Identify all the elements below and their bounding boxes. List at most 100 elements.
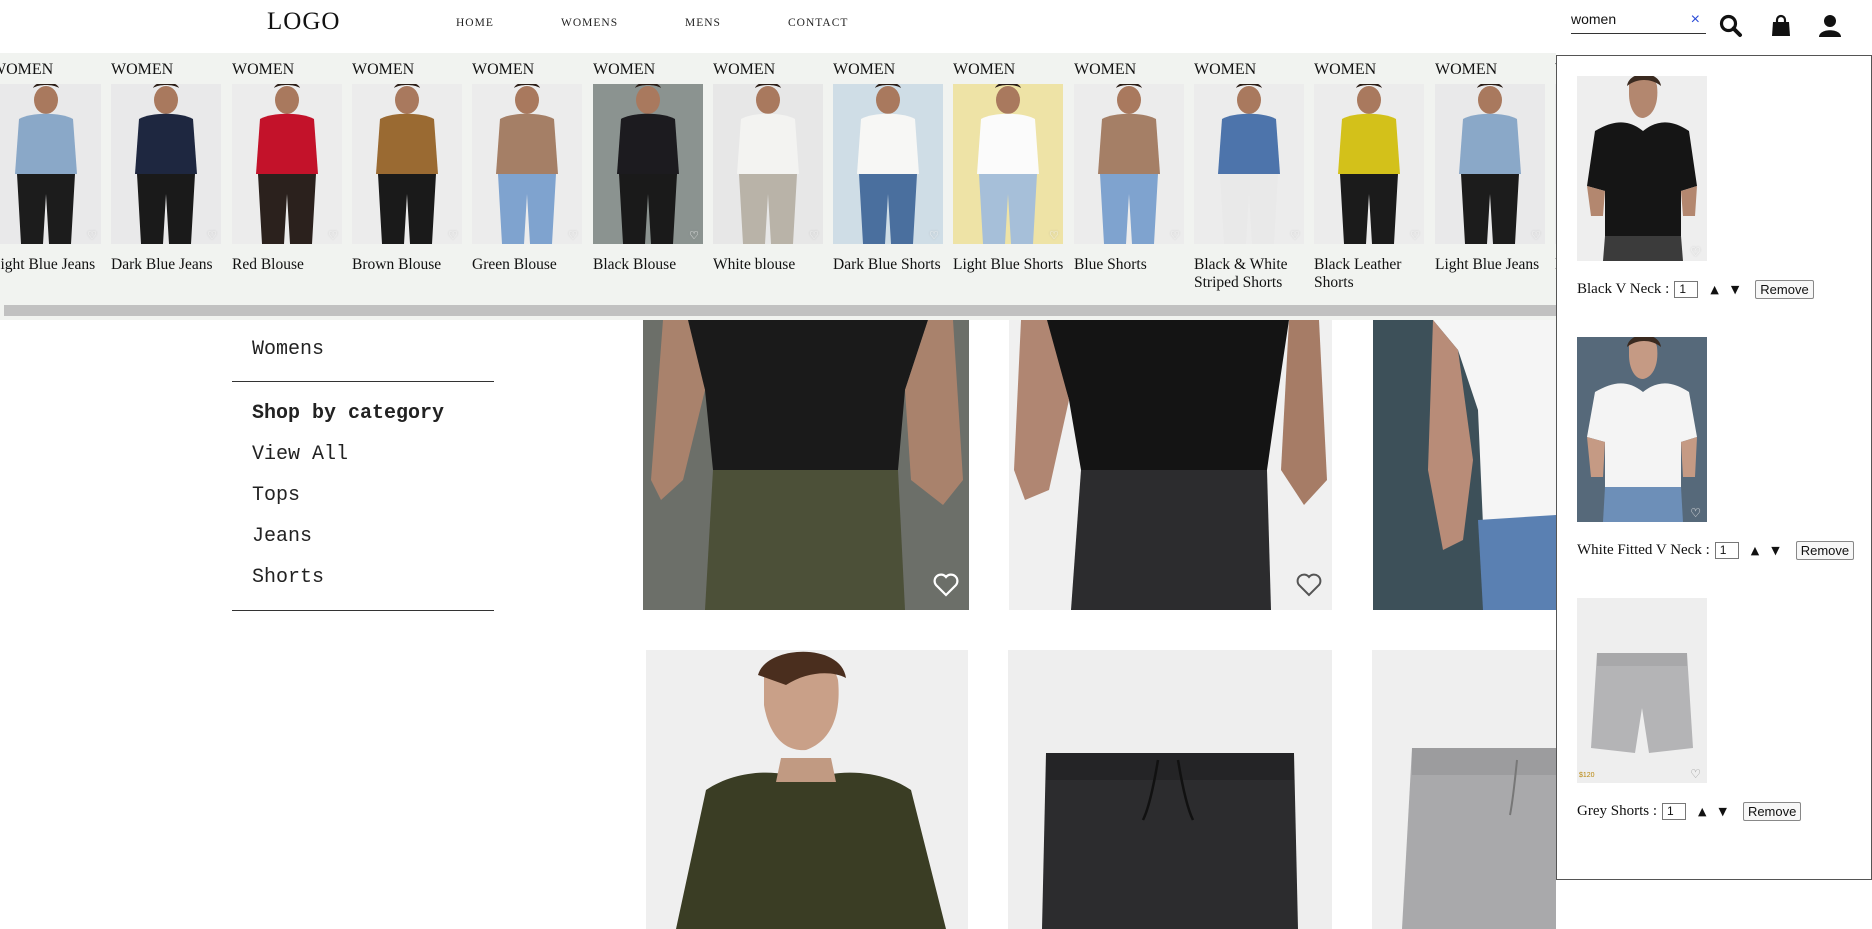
clear-search-icon[interactable]: × (1691, 11, 1700, 29)
horizontal-scrollbar[interactable] (4, 305, 1556, 316)
result-name[interactable]: Light Blue Jeans (1435, 256, 1551, 274)
search-icon[interactable] (1718, 13, 1744, 39)
heart-icon[interactable]: ♡ (448, 229, 458, 242)
product-card[interactable] (646, 650, 968, 929)
result-name[interactable]: Light Blue Shorts (953, 256, 1069, 274)
heart-icon[interactable]: ♡ (87, 229, 97, 242)
result-name[interactable]: Brown Blouse (352, 256, 468, 274)
result-name[interactable]: Light Blue Jeans (0, 256, 107, 274)
heart-icon[interactable]: ♡ (1290, 229, 1300, 242)
search-result-card[interactable]: WOMEN ♡ Black Leather Shorts (1314, 53, 1430, 292)
result-image[interactable]: ♡ (593, 84, 703, 244)
user-icon[interactable] (1817, 13, 1843, 39)
product-card[interactable] (1372, 650, 1556, 929)
result-category: WOMEN (1074, 61, 1137, 78)
heart-icon[interactable]: ♡ (1690, 245, 1701, 259)
result-name[interactable]: Dark Blue Shorts (833, 256, 949, 274)
nav-contact[interactable]: CONTACT (788, 17, 848, 29)
product-card[interactable] (1008, 650, 1332, 929)
search-result-card[interactable]: WOMEN ♡ Dark Blue Shorts (833, 53, 949, 274)
heart-icon[interactable]: ♡ (1690, 767, 1701, 781)
quantity-input[interactable]: 1 (1714, 542, 1739, 559)
heart-icon[interactable]: ♡ (1531, 229, 1541, 242)
remove-button[interactable]: Remove (1755, 280, 1814, 299)
search-results-strip[interactable]: WOMEN ♡ Light Blue Jeans WOMEN ♡ Dark Blue Je… (0, 53, 1556, 320)
heart-icon[interactable]: ♡ (929, 229, 939, 242)
result-name[interactable]: White blouse (713, 256, 829, 274)
product-image (1577, 598, 1707, 783)
heart-icon[interactable] (933, 572, 959, 598)
result-name[interactable]: Green Blouse (472, 256, 588, 274)
result-name[interactable]: Red Blouse (232, 256, 348, 274)
quantity-input[interactable]: 1 (1662, 803, 1686, 820)
result-name[interactable]: Blue Shorts (1074, 256, 1190, 274)
result-image[interactable]: ♡ (1435, 84, 1545, 244)
result-image[interactable]: ♡ (232, 84, 342, 244)
heart-icon[interactable]: ♡ (328, 229, 338, 242)
quantity-input[interactable]: 1 (1674, 281, 1699, 298)
product-card[interactable] (1009, 320, 1332, 610)
bag-icon[interactable] (1768, 13, 1794, 39)
search-result-card[interactable]: WOMEN ♡ White blouse (713, 53, 829, 274)
heart-icon[interactable]: ♡ (1690, 506, 1701, 520)
result-name[interactable]: Dark Blue Jeans (111, 256, 227, 274)
search-input[interactable] (1571, 10, 1681, 27)
increase-quantity-icon[interactable]: ▲ (1698, 805, 1706, 818)
remove-button[interactable]: Remove (1795, 541, 1855, 560)
nav-womens[interactable]: WOMENS (561, 17, 618, 29)
sidebar-section-womens[interactable]: Womens (252, 338, 324, 361)
product-card[interactable] (1373, 320, 1556, 610)
result-image[interactable]: ♡ (1194, 84, 1304, 244)
result-name[interactable]: Black & White Striped Shorts (1194, 256, 1310, 292)
search-result-card[interactable]: WOMEN ♡ Brown Blouse (352, 53, 468, 274)
result-name[interactable]: Black Blouse (593, 256, 709, 274)
result-image[interactable]: ♡ (472, 84, 582, 244)
search-result-card[interactable]: WOMEN ♡ Light Blue Shorts (953, 53, 1069, 274)
heart-icon[interactable]: ♡ (207, 229, 217, 242)
sidebar-item-tops[interactable]: Tops (252, 484, 300, 507)
search-result-card[interactable]: WOMEN ♡ Light Blue Jeans (0, 53, 107, 274)
nav-home[interactable]: HOME (456, 17, 494, 29)
result-image[interactable]: ♡ (833, 84, 943, 244)
product-image (713, 84, 823, 244)
search-result-card[interactable]: WOMEN ♡ Green Blouse (472, 53, 588, 274)
cart-item-image[interactable]: ♡ (1577, 337, 1707, 522)
increase-quantity-icon[interactable]: ▲ (1710, 283, 1718, 296)
site-logo[interactable]: LOGO (267, 8, 340, 36)
product-image (1074, 84, 1184, 244)
heart-icon[interactable]: ♡ (689, 229, 699, 242)
decrease-quantity-icon[interactable]: ▼ (1771, 544, 1779, 557)
search-result-card[interactable]: WOMEN ♡ Blue Shorts (1074, 53, 1190, 274)
result-name[interactable]: Black Leather Shorts (1314, 256, 1430, 292)
result-image[interactable]: ♡ (1314, 84, 1424, 244)
result-image[interactable]: ♡ (953, 84, 1063, 244)
heart-icon[interactable]: ♡ (1410, 229, 1420, 242)
decrease-quantity-icon[interactable]: ▼ (1718, 805, 1726, 818)
remove-button[interactable]: Remove (1742, 802, 1802, 821)
increase-quantity-icon[interactable]: ▲ (1751, 544, 1759, 557)
cart-item-image[interactable]: $120 ♡ (1577, 598, 1707, 783)
result-image[interactable]: ♡ (352, 84, 462, 244)
sidebar-item-shorts[interactable]: Shorts (252, 566, 324, 589)
result-image[interactable]: ♡ (0, 84, 101, 244)
search-result-card[interactable]: WOMEN ♡ Black & White Striped Shorts (1194, 53, 1310, 292)
heart-icon[interactable]: ♡ (1170, 229, 1180, 242)
heart-icon[interactable]: ♡ (568, 229, 578, 242)
sidebar-item-jeans[interactable]: Jeans (252, 525, 312, 548)
cart-item-image[interactable]: ♡ (1577, 76, 1707, 261)
result-image[interactable]: ♡ (713, 84, 823, 244)
decrease-quantity-icon[interactable]: ▼ (1731, 283, 1739, 296)
search-result-card[interactable]: WOMEN ♡ Red Blouse (232, 53, 348, 274)
heart-icon[interactable] (1296, 572, 1322, 598)
result-image[interactable]: ♡ (1074, 84, 1184, 244)
sidebar-item-view-all[interactable]: View All (252, 443, 348, 466)
search-field[interactable]: × (1571, 10, 1706, 34)
search-result-card[interactable]: WOMEN ♡ Light Blue Jeans (1435, 53, 1551, 274)
search-result-card[interactable]: WOMEN ♡ Dark Blue Jeans (111, 53, 227, 274)
heart-icon[interactable]: ♡ (1049, 229, 1059, 242)
product-card[interactable] (643, 320, 969, 610)
nav-mens[interactable]: MENS (685, 17, 721, 29)
heart-icon[interactable]: ♡ (809, 229, 819, 242)
search-result-card[interactable]: WOMEN ♡ Black Blouse (593, 53, 709, 274)
result-image[interactable]: ♡ (111, 84, 221, 244)
